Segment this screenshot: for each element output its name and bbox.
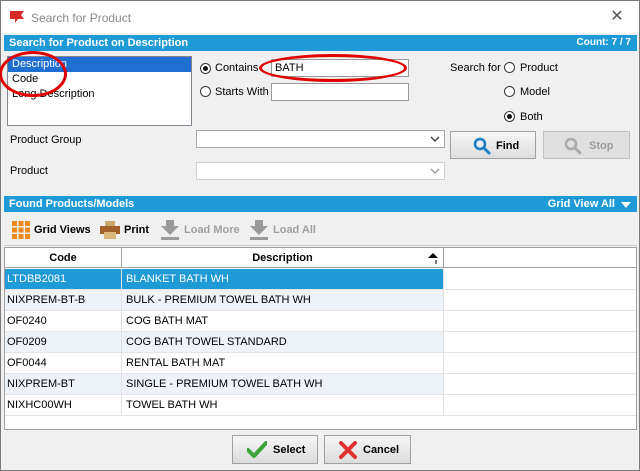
cell-empty: [444, 290, 636, 311]
print-button[interactable]: Print: [100, 220, 149, 240]
cell-empty: [444, 374, 636, 395]
close-icon[interactable]: ✕: [601, 5, 633, 29]
search-for-product-radio[interactable]: [504, 62, 515, 73]
search-for-model-radio[interactable]: [504, 86, 515, 97]
select-label: Select: [273, 443, 306, 456]
stop-button[interactable]: Stop: [543, 131, 630, 159]
cell-empty: [444, 311, 636, 332]
result-count: Count: 7 / 7: [576, 37, 631, 48]
search-header-bar: Search for Product on Description Count:…: [4, 35, 637, 51]
cell-empty: [444, 353, 636, 374]
results-toolbar: Grid Views Print Load More Load All: [4, 212, 637, 246]
search-for-both-radio[interactable]: [504, 111, 515, 122]
grid-views-button[interactable]: Grid Views: [12, 220, 91, 240]
download-all-icon: [250, 220, 268, 240]
column-header-code[interactable]: Code: [5, 248, 122, 268]
cancel-button[interactable]: Cancel: [324, 435, 411, 464]
product-label: Product: [10, 165, 48, 177]
grid-views-label: Grid Views: [34, 224, 91, 236]
contains-radio[interactable]: [200, 63, 211, 74]
starts-with-label: Starts With: [215, 86, 269, 98]
search-for-model-label: Model: [520, 86, 550, 98]
table-row[interactable]: LTDBB2081 BLANKET BATH WH: [5, 269, 636, 290]
title-bar: Search for Product ✕: [1, 1, 639, 33]
search-for-product-label: Product: [520, 62, 558, 74]
column-header-description[interactable]: Description: [122, 248, 444, 268]
found-products-bar: Found Products/Models Grid View All: [4, 196, 637, 212]
cell-description[interactable]: BULK - PREMIUM TOWEL BATH WH: [122, 290, 444, 311]
chevron-down-icon: [430, 165, 440, 177]
search-for-both-label: Both: [520, 111, 543, 123]
checkmark-icon: [247, 440, 267, 458]
load-more-button[interactable]: Load More: [160, 220, 240, 240]
search-icon: [473, 137, 491, 155]
grid-view-selector[interactable]: Grid View All: [548, 198, 615, 210]
table-row[interactable]: NIXPREM-BT-B BULK - PREMIUM TOWEL BATH WH: [5, 290, 636, 311]
search-header-title: Search for Product on Description: [9, 37, 189, 49]
contains-label: Contains: [215, 62, 259, 74]
table-row[interactable]: OF0209 COG BATH TOWEL STANDARD: [5, 332, 636, 353]
sort-ascending-icon: [428, 253, 438, 264]
stop-label: Stop: [589, 140, 614, 152]
cell-description[interactable]: RENTAL BATH MAT: [122, 353, 444, 374]
found-products-title: Found Products/Models: [9, 198, 135, 210]
cell-description[interactable]: TOWEL BATH WH: [122, 395, 444, 416]
results-grid[interactable]: Code Description LTDBB2081 BLANKET BATH W…: [4, 247, 637, 430]
cell-description[interactable]: SINGLE - PREMIUM TOWEL BATH WH: [122, 374, 444, 395]
table-row[interactable]: NIXHC00WH TOWEL BATH WH: [5, 395, 636, 416]
find-button[interactable]: Find: [450, 131, 536, 159]
chevron-down-icon: [430, 133, 440, 145]
search-product-window: Search for Product ✕ Search for Product …: [0, 0, 640, 471]
cell-empty: [444, 395, 636, 416]
column-header-description-label: Description: [252, 252, 313, 264]
cell-empty: [444, 332, 636, 353]
table-row[interactable]: OF0044 RENTAL BATH MAT: [5, 353, 636, 374]
starts-with-radio[interactable]: [200, 86, 211, 97]
cell-code[interactable]: NIXHC00WH: [5, 395, 122, 416]
find-label: Find: [496, 140, 520, 152]
cell-code[interactable]: LTDBB2081: [5, 269, 122, 290]
load-more-label: Load More: [184, 224, 240, 236]
search-field-code[interactable]: Code: [8, 72, 191, 87]
cell-code[interactable]: OF0240: [5, 311, 122, 332]
search-stop-icon: [564, 137, 582, 155]
grid-header: Code Description: [5, 248, 636, 268]
load-all-label: Load All: [273, 224, 316, 236]
cell-code[interactable]: OF0209: [5, 332, 122, 353]
search-field-long-description[interactable]: Long Description: [8, 87, 191, 102]
print-label: Print: [124, 224, 150, 236]
contains-input[interactable]: BATH: [271, 59, 409, 77]
cross-icon: [339, 440, 357, 459]
load-all-button[interactable]: Load All: [249, 220, 316, 240]
search-for-label: Search for: [450, 62, 501, 74]
search-field-description[interactable]: Description: [8, 57, 191, 72]
cell-description[interactable]: COG BATH MAT: [122, 311, 444, 332]
download-arrow-icon: [161, 220, 179, 240]
window-title: Search for Product: [31, 11, 132, 25]
product-group-label: Product Group: [10, 134, 82, 146]
starts-with-input[interactable]: [271, 83, 409, 101]
product-group-dropdown[interactable]: [196, 130, 445, 148]
cell-code[interactable]: NIXPREM-BT: [5, 374, 122, 395]
caret-down-icon[interactable]: [621, 200, 631, 212]
cell-code[interactable]: NIXPREM-BT-B: [5, 290, 122, 311]
grid-icon: [12, 221, 30, 239]
cell-code[interactable]: OF0044: [5, 353, 122, 374]
cell-empty: [444, 269, 636, 290]
product-dropdown[interactable]: [196, 162, 445, 180]
app-icon: [10, 11, 24, 23]
cell-description[interactable]: COG BATH TOWEL STANDARD: [122, 332, 444, 353]
table-row[interactable]: OF0240 COG BATH MAT: [5, 311, 636, 332]
table-row[interactable]: NIXPREM-BT SINGLE - PREMIUM TOWEL BATH WH: [5, 374, 636, 395]
select-button[interactable]: Select: [232, 435, 318, 464]
cancel-label: Cancel: [363, 443, 400, 456]
printer-icon: [100, 221, 120, 239]
search-field-list[interactable]: Description Code Long Description: [7, 56, 192, 126]
cell-description[interactable]: BLANKET BATH WH: [122, 269, 444, 290]
